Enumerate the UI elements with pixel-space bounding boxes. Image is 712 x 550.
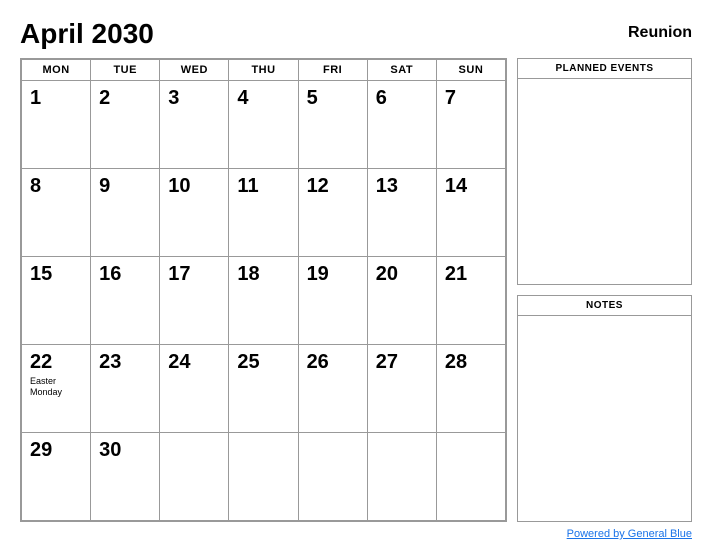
calendar-day-cell: 26 [298,345,367,433]
calendar-day-cell: 19 [298,257,367,345]
powered-by-link[interactable]: Powered by General Blue [567,528,692,540]
calendar-day-cell: 1 [22,81,91,169]
calendar-day-cell: 4 [229,81,298,169]
calendar-day-cell [367,433,436,521]
day-number: 12 [307,175,359,198]
day-number: 30 [99,439,151,462]
calendar-day-cell: 24 [160,345,229,433]
calendar-day-cell: 27 [367,345,436,433]
calendar-week-row: 15 16 17 18 19 20 21 [22,257,506,345]
calendar-day-cell [436,433,505,521]
calendar-day-cell: 8 [22,169,91,257]
calendar-day-cell: 9 [91,169,160,257]
day-number: 27 [376,351,428,374]
sidebar: PLANNED EVENTS NOTES [517,58,692,522]
main-content: MONTUEWEDTHUFRISATSUN 123456789101112131… [20,58,692,522]
notes-box: NOTES [517,295,692,522]
calendar-grid: MONTUEWEDTHUFRISATSUN 123456789101112131… [21,59,506,521]
calendar-day-cell: 22Easter Monday [22,345,91,433]
day-number: 13 [376,175,428,198]
month-title: April 2030 [20,18,154,50]
weekday-header: WED [160,60,229,81]
event-label: Easter Monday [30,376,82,398]
day-number: 11 [237,175,289,198]
day-number: 28 [445,351,497,374]
calendar-day-cell: 17 [160,257,229,345]
calendar-day-cell: 20 [367,257,436,345]
day-number: 2 [99,87,151,110]
day-number: 25 [237,351,289,374]
planned-events-title: PLANNED EVENTS [518,59,691,79]
day-number: 7 [445,87,497,110]
calendar-week-row: 1234567 [22,81,506,169]
calendar-day-cell: 16 [91,257,160,345]
calendar-day-cell: 14 [436,169,505,257]
notes-content [518,316,691,515]
day-number: 5 [307,87,359,110]
calendar-day-cell: 12 [298,169,367,257]
footer: Powered by General Blue [20,528,692,540]
notes-title: NOTES [518,296,691,316]
day-number: 21 [445,263,497,286]
day-number: 4 [237,87,289,110]
day-number: 1 [30,87,82,110]
calendar-day-cell: 21 [436,257,505,345]
calendar-day-cell: 10 [160,169,229,257]
day-number: 26 [307,351,359,374]
weekday-header: SUN [436,60,505,81]
day-number: 19 [307,263,359,286]
weekday-header: THU [229,60,298,81]
calendar-day-cell: 2 [91,81,160,169]
weekday-header-row: MONTUEWEDTHUFRISATSUN [22,60,506,81]
day-number: 24 [168,351,220,374]
day-number: 3 [168,87,220,110]
day-number: 10 [168,175,220,198]
day-number: 8 [30,175,82,198]
day-number: 18 [237,263,289,286]
calendar-day-cell: 28 [436,345,505,433]
calendar-day-cell: 30 [91,433,160,521]
weekday-header: FRI [298,60,367,81]
day-number: 9 [99,175,151,198]
calendar-section: MONTUEWEDTHUFRISATSUN 123456789101112131… [20,58,507,522]
page-header: April 2030 Reunion [20,18,692,50]
day-number: 17 [168,263,220,286]
day-number: 6 [376,87,428,110]
day-number: 29 [30,439,82,462]
calendar-week-row: 22Easter Monday 23 24 25 26 27 28 [22,345,506,433]
calendar-day-cell: 6 [367,81,436,169]
calendar-day-cell: 18 [229,257,298,345]
calendar-day-cell [160,433,229,521]
calendar-day-cell: 29 [22,433,91,521]
day-number: 16 [99,263,151,286]
weekday-header: TUE [91,60,160,81]
calendar-day-cell: 7 [436,81,505,169]
calendar-day-cell: 23 [91,345,160,433]
day-number: 15 [30,263,82,286]
calendar-day-cell [298,433,367,521]
calendar-day-cell: 5 [298,81,367,169]
calendar-day-cell [229,433,298,521]
calendar-day-cell: 11 [229,169,298,257]
calendar-day-cell: 13 [367,169,436,257]
calendar-week-row: 89 10 11 12 13 14 [22,169,506,257]
day-number: 22 [30,351,82,374]
weekday-header: SAT [367,60,436,81]
region-title: Reunion [628,24,692,42]
planned-events-box: PLANNED EVENTS [517,58,692,285]
day-number: 23 [99,351,151,374]
day-number: 20 [376,263,428,286]
calendar-week-row: 29 30 [22,433,506,521]
weekday-header: MON [22,60,91,81]
day-number: 14 [445,175,497,198]
planned-events-content [518,79,691,278]
calendar-day-cell: 3 [160,81,229,169]
calendar-day-cell: 25 [229,345,298,433]
calendar-day-cell: 15 [22,257,91,345]
